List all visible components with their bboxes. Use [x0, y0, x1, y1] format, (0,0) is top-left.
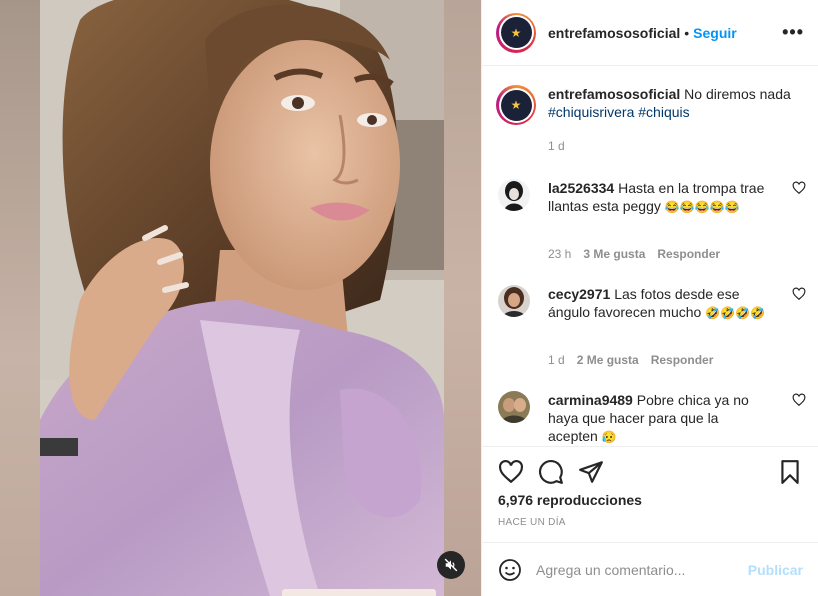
- caption: ★ entrefamososoficial No diremos nada #c…: [482, 67, 818, 125]
- paper-plane-icon[interactable]: [578, 459, 604, 485]
- add-comment-bar: Publicar: [482, 542, 818, 596]
- separator-dot: •: [684, 24, 690, 41]
- comment-item: la2526334 Hasta en la trompa trae llanta…: [496, 179, 806, 269]
- heart-icon[interactable]: [792, 393, 806, 407]
- heart-icon[interactable]: [498, 459, 524, 485]
- more-dots-icon[interactable]: •••: [782, 22, 804, 43]
- comment-emojis: 😥: [601, 430, 617, 444]
- commenter-avatar[interactable]: [498, 285, 530, 317]
- commenter-username[interactable]: cecy2971: [548, 286, 610, 302]
- story-sticker-strip: [282, 589, 436, 596]
- post-header: ★ entrefamososoficial • Seguir •••: [482, 0, 818, 66]
- reply-button[interactable]: Responder: [651, 353, 714, 367]
- comment-item: cecy2971 Las fotos desde ese ángulo favo…: [496, 285, 806, 375]
- smiley-icon[interactable]: [498, 558, 522, 582]
- mute-toggle-button[interactable]: [437, 551, 465, 579]
- view-count[interactable]: 6,976 reproducciones: [498, 492, 642, 508]
- comment-meta: 23 h 3 Me gusta Responder: [548, 247, 720, 261]
- heart-icon[interactable]: [792, 287, 806, 301]
- publish-button[interactable]: Publicar: [748, 562, 803, 578]
- video-frame-illustration: [40, 0, 444, 596]
- reply-button[interactable]: Responder: [657, 247, 720, 261]
- speaker-muted-icon: [444, 558, 458, 572]
- caption-username[interactable]: entrefamososoficial: [548, 86, 680, 102]
- post-timestamp[interactable]: HACE UN DÍA: [498, 517, 566, 528]
- commenter-avatar[interactable]: [498, 391, 530, 423]
- author-avatar[interactable]: ★: [496, 12, 536, 53]
- comment-emojis: 😂😂😂😂😂: [664, 200, 740, 214]
- hashtag-link[interactable]: #chiquisrivera: [548, 104, 634, 120]
- caption-text: No diremos nada: [684, 86, 791, 102]
- crown-logo-icon: ★: [500, 89, 532, 121]
- caption-age[interactable]: 1 d: [548, 139, 818, 153]
- media-left-border: [0, 0, 40, 596]
- comment-emojis: 🤣🤣🤣🤣: [705, 306, 765, 320]
- post-video[interactable]: [40, 0, 444, 596]
- heart-icon[interactable]: [792, 181, 806, 195]
- comment-age[interactable]: 23 h: [548, 247, 571, 261]
- crown-logo-icon: ★: [500, 17, 532, 48]
- commenter-username[interactable]: carmina9489: [548, 392, 633, 408]
- comment-icon[interactable]: [538, 459, 564, 485]
- comment-likes[interactable]: 2 Me gusta: [577, 353, 639, 367]
- comment-item: carmina9489 Pobre chica ya no haya que h…: [496, 391, 806, 445]
- follow-button[interactable]: Seguir: [693, 25, 737, 41]
- comments-list[interactable]: ★ entrefamososoficial No diremos nada #c…: [482, 67, 818, 445]
- comment-meta: 1 d 2 Me gusta Responder: [548, 353, 713, 367]
- post-actions: 6,976 reproducciones HACE UN DÍA: [482, 446, 818, 542]
- caption-author-avatar[interactable]: ★: [496, 85, 536, 125]
- media-right-border: [444, 0, 481, 596]
- post-media: [0, 0, 481, 596]
- author-username[interactable]: entrefamososoficial: [548, 25, 680, 41]
- comment-input[interactable]: [536, 561, 736, 578]
- hashtag-link[interactable]: #chiquis: [638, 104, 689, 120]
- comment-age[interactable]: 1 d: [548, 353, 565, 367]
- commenter-avatar[interactable]: [498, 179, 530, 211]
- post-side-panel: ★ entrefamososoficial • Seguir ••• ★ ent…: [481, 0, 818, 596]
- bookmark-icon[interactable]: [777, 459, 803, 485]
- comment-likes[interactable]: 3 Me gusta: [583, 247, 645, 261]
- commenter-username[interactable]: la2526334: [548, 180, 614, 196]
